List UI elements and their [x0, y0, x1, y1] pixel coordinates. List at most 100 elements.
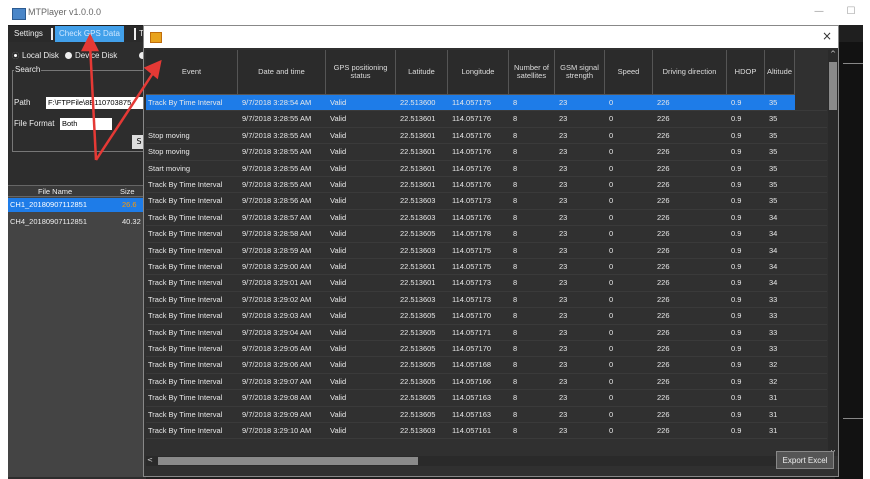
- table-cell: 114.057175: [452, 245, 492, 255]
- device-disk-radio[interactable]: [65, 52, 72, 59]
- vertical-scrollbar[interactable]: ^ v: [828, 50, 838, 456]
- table-cell: 0.9: [731, 98, 742, 107]
- table-row[interactable]: Track By Time Interval 9/7/2018 3:29:03 A…: [146, 308, 795, 324]
- column-header[interactable]: Longitude: [448, 50, 509, 95]
- table-cell: 8: [513, 212, 518, 222]
- table-row[interactable]: Track By Time Interval 9/7/2018 3:28:54 A…: [146, 95, 795, 112]
- table-cell: 34: [769, 245, 778, 255]
- table-cell: 23: [559, 147, 568, 157]
- maximize-button[interactable]: ☐: [845, 6, 857, 18]
- table-row[interactable]: Track By Time Interval 9/7/2018 3:28:57 A…: [146, 210, 795, 226]
- column-header[interactable]: HDOP: [727, 50, 765, 95]
- table-cell: 23: [559, 180, 568, 189]
- table-cell: 22.513605: [400, 360, 436, 370]
- table-cell: 0.9: [731, 311, 742, 321]
- table-cell: 34: [769, 229, 778, 239]
- column-header[interactable]: Event: [146, 50, 238, 95]
- table-cell: 9/7/2018 3:28:54 AM: [242, 98, 312, 107]
- file-format-select[interactable]: Both: [60, 118, 112, 130]
- file-size: 26.6: [122, 200, 137, 209]
- column-header[interactable]: GSM signal strength: [555, 50, 605, 95]
- table-cell: 8: [513, 278, 518, 288]
- table-cell: Track By Time Interval: [148, 180, 223, 189]
- column-header[interactable]: Speed: [605, 50, 653, 95]
- table-cell: 33: [769, 344, 778, 353]
- table-cell: Valid: [330, 180, 347, 189]
- table-cell: 31: [769, 409, 778, 419]
- table-cell: 0: [609, 311, 614, 321]
- column-header[interactable]: Date and time: [238, 50, 326, 95]
- table-row[interactable]: Track By Time Interval 9/7/2018 3:29:00 A…: [146, 259, 795, 275]
- table-cell: 0: [609, 229, 614, 239]
- table-row[interactable]: Stop moving 9/7/2018 3:28:55 AM Valid 22.51…: [146, 144, 795, 160]
- table-row[interactable]: Track By Time Interval 9/7/2018 3:29:04 A…: [146, 325, 795, 341]
- table-row[interactable]: Track By Time Interval 9/7/2018 3:28:59 A…: [146, 243, 795, 259]
- horizontal-scroll-thumb[interactable]: [158, 457, 418, 465]
- table-row[interactable]: Stop moving 9/7/2018 3:28:55 AM Valid 22.51…: [146, 128, 795, 144]
- table-cell: 9/7/2018 3:28:57 AM: [242, 212, 312, 222]
- table-cell: 0: [609, 180, 614, 189]
- table-cell: 0.9: [731, 245, 742, 255]
- table-cell: 8: [513, 327, 518, 337]
- local-disk-radio[interactable]: [12, 52, 19, 59]
- table-row[interactable]: Track By Time Interval 9/7/2018 3:29:08 A…: [146, 390, 795, 406]
- file-format-label: File Format: [14, 119, 55, 128]
- vertical-scroll-thumb[interactable]: [829, 62, 837, 110]
- path-input[interactable]: F:\FTPFile\8E110703875: [46, 97, 144, 109]
- dialog-icon: [150, 32, 162, 43]
- table-row[interactable]: Track By Time Interval 9/7/2018 3:29:05 A…: [146, 341, 795, 357]
- column-header[interactable]: Latitude: [396, 50, 448, 95]
- table-cell: 226: [657, 393, 670, 403]
- column-header[interactable]: Altitude: [765, 50, 795, 95]
- column-header[interactable]: Number of satellites: [509, 50, 555, 95]
- table-cell: 22.513605: [400, 344, 436, 353]
- export-excel-button[interactable]: Export Excel: [776, 451, 834, 469]
- scroll-up-icon[interactable]: ^: [829, 50, 837, 58]
- close-button[interactable]: ×: [822, 29, 832, 43]
- table-row[interactable]: Track By Time Interval 9/7/2018 3:29:01 A…: [146, 275, 795, 291]
- scroll-left-icon[interactable]: <: [147, 456, 153, 464]
- minimize-button[interactable]: —: [812, 6, 826, 18]
- column-header[interactable]: GPS positioning status: [326, 50, 396, 95]
- table-cell: 33: [769, 294, 778, 304]
- table-cell: 0: [609, 278, 614, 288]
- table-row[interactable]: Track By Time Interval 9/7/2018 3:28:58 A…: [146, 226, 795, 242]
- file-row[interactable]: CH4_20180907112851 40.32: [8, 215, 146, 229]
- table-row[interactable]: Track By Time Interval 9/7/2018 3:29:06 A…: [146, 357, 795, 373]
- tab-settings[interactable]: Settings: [10, 26, 47, 42]
- table-row[interactable]: Track By Time Interval 9/7/2018 3:29:10 A…: [146, 423, 795, 439]
- table-cell: 0: [609, 245, 614, 255]
- table-cell: Track By Time Interval: [148, 426, 223, 435]
- table-cell: 8: [513, 409, 518, 419]
- horizontal-scrollbar[interactable]: < >: [146, 456, 827, 466]
- table-row[interactable]: Track By Time Interval 9/7/2018 3:29:09 A…: [146, 407, 795, 423]
- table-row[interactable]: Start moving 9/7/2018 3:28:55 AM Valid 22.5…: [146, 161, 795, 177]
- table-cell: Track By Time Interval: [148, 245, 223, 255]
- table-cell: 226: [657, 229, 670, 239]
- table-cell: 226: [657, 426, 670, 435]
- table-cell: 8: [513, 262, 518, 271]
- size-header: Size: [120, 187, 135, 196]
- table-cell: Track By Time Interval: [148, 196, 223, 206]
- table-row[interactable]: Track By Time Interval 9/7/2018 3:28:56 A…: [146, 193, 795, 209]
- file-row[interactable]: CH1_20180907112851 26.6: [8, 198, 146, 212]
- table-cell: 114.057176: [452, 114, 492, 124]
- table-cell: 8: [513, 147, 518, 157]
- column-header[interactable]: Driving direction: [653, 50, 727, 95]
- table-cell: 226: [657, 409, 670, 419]
- table-cell: 8: [513, 229, 518, 239]
- table-cell: 23: [559, 245, 568, 255]
- table-row[interactable]: Track By Time Interval 9/7/2018 3:29:07 A…: [146, 374, 795, 390]
- table-row[interactable]: 9/7/2018 3:28:55 AM Valid 22.513601 114.057…: [146, 111, 795, 127]
- table-cell: 226: [657, 212, 670, 222]
- table-cell: 9/7/2018 3:29:05 AM: [242, 344, 312, 353]
- table-cell: 8: [513, 196, 518, 206]
- tab-check-gps-data[interactable]: Check GPS Data: [55, 26, 124, 42]
- table-row[interactable]: Track By Time Interval 9/7/2018 3:29:02 A…: [146, 292, 795, 308]
- table-cell: 8: [513, 245, 518, 255]
- table-cell: Valid: [330, 196, 347, 206]
- dialog-titlebar: ×: [144, 26, 838, 48]
- table-cell: 114.057166: [452, 376, 492, 386]
- table-cell: 9/7/2018 3:28:55 AM: [242, 163, 312, 173]
- table-row[interactable]: Track By Time Interval 9/7/2018 3:28:55 A…: [146, 177, 795, 193]
